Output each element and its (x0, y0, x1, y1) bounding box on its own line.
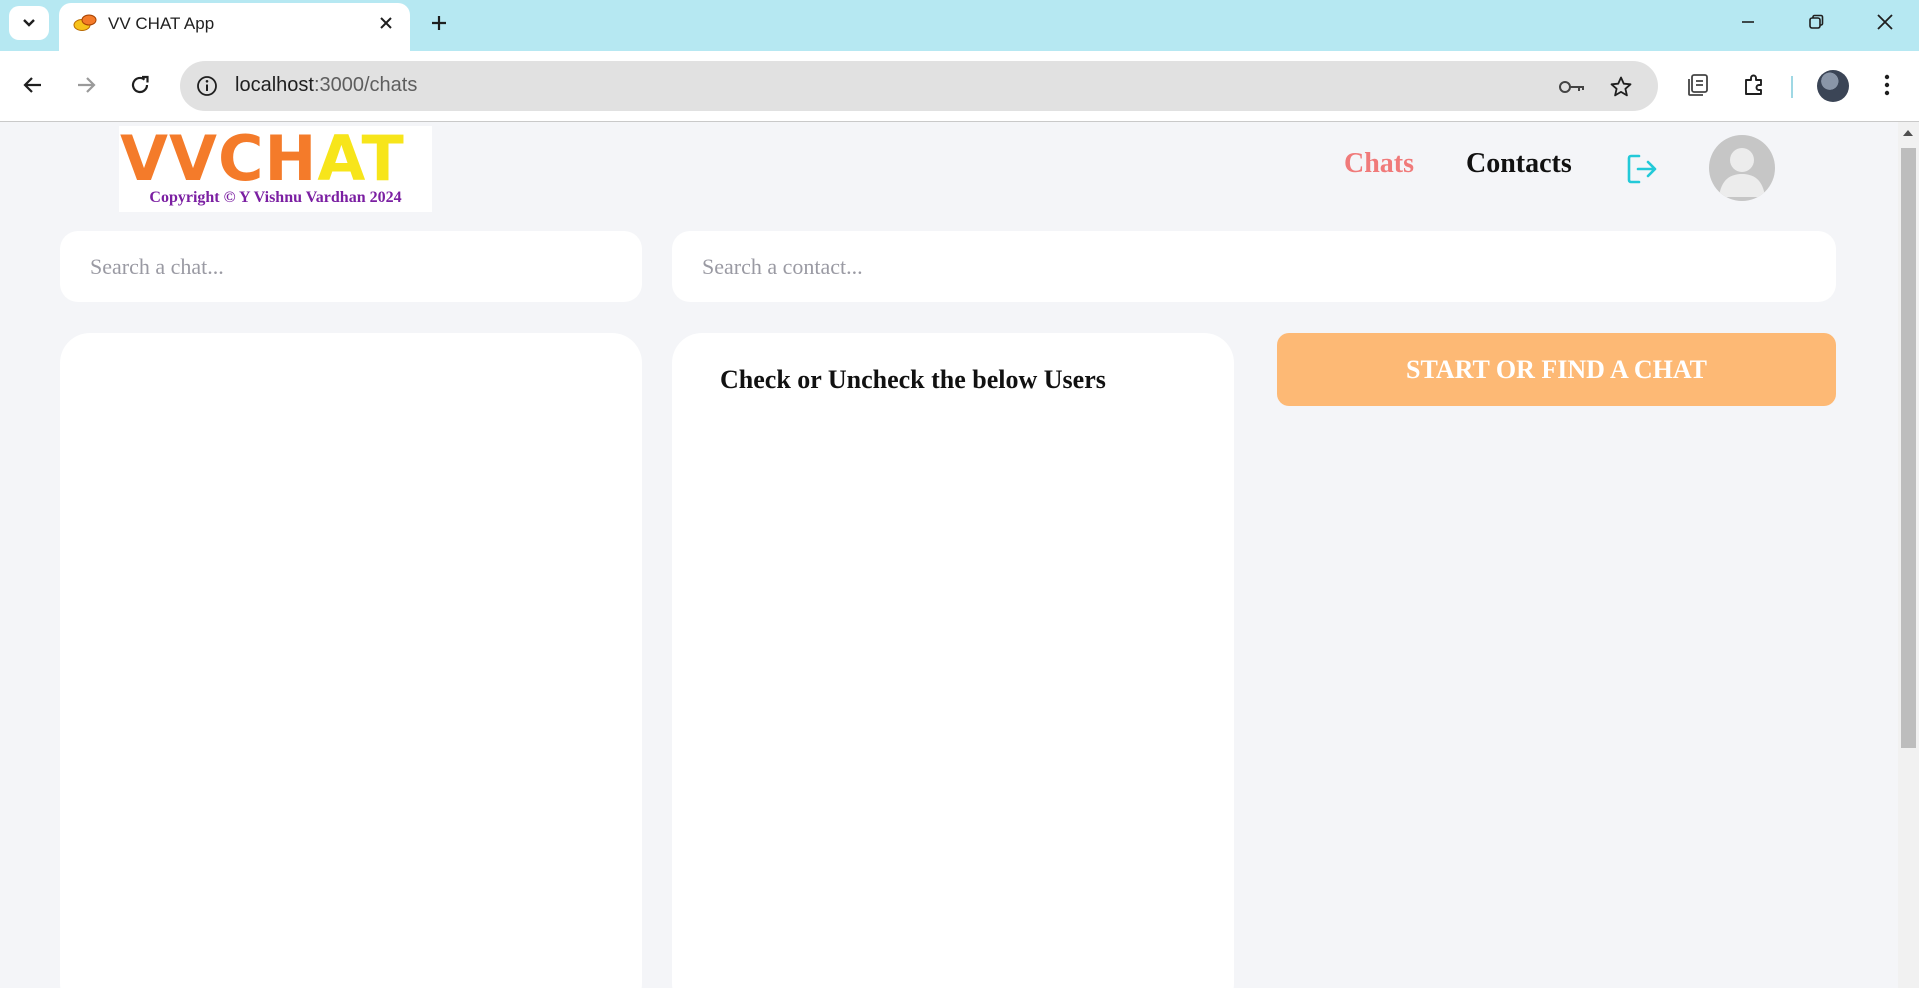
key-icon (1559, 81, 1584, 93)
reload-icon (131, 75, 149, 94)
scrollbar-thumb[interactable] (1901, 148, 1916, 748)
logo-letters-at: AT (317, 122, 405, 195)
restore-button[interactable] (1790, 4, 1842, 40)
close-window-button[interactable] (1859, 4, 1911, 40)
close-icon (1877, 14, 1893, 30)
puzzle-icon (1745, 74, 1762, 95)
reading-list-icon (1688, 74, 1708, 96)
logo-copyright: Copyright © Y Vishnu Vardhan 2024 (149, 189, 402, 206)
logout-icon[interactable] (1625, 152, 1659, 186)
url-host: localhost (235, 74, 314, 96)
arrow-right-icon (78, 77, 96, 93)
nav-chats-link[interactable]: Chats (1344, 148, 1414, 180)
logo-wordmark: VVCHAT (120, 126, 405, 192)
chat-list-panel (60, 333, 642, 988)
vvchat-logo[interactable]: VVCHAT Copyright © Y Vishnu Vardhan 2024 (119, 126, 432, 212)
start-or-find-chat-button[interactable]: START OR FIND A CHAT (1277, 333, 1836, 406)
reading-list-button[interactable] (1681, 68, 1715, 102)
tab-search-button[interactable] (9, 6, 49, 40)
scroll-up-arrow-icon[interactable] (1903, 130, 1913, 136)
url-path: :3000/chats (313, 74, 418, 96)
browser-menu-button[interactable] (1870, 68, 1904, 102)
arrow-left-icon (23, 77, 41, 93)
browser-tab-bar: VV CHAT App (0, 0, 1919, 51)
address-bar[interactable]: localhost:3000/chats (180, 61, 1658, 111)
tab-title: VV CHAT App (108, 14, 215, 33)
browser-tab[interactable]: VV CHAT App (59, 3, 410, 51)
forward-button[interactable] (68, 67, 104, 103)
minimize-icon (1742, 21, 1754, 23)
close-icon (380, 17, 392, 29)
browser-toolbar: localhost:3000/chats (0, 51, 1919, 122)
browser-profile-avatar[interactable] (1817, 70, 1849, 102)
info-icon (197, 76, 217, 96)
logo-letters-vv: VV (120, 122, 218, 195)
user-avatar[interactable] (1709, 135, 1775, 201)
extensions-button[interactable] (1737, 68, 1771, 102)
users-panel-title: Check or Uncheck the below Users (720, 365, 1106, 394)
reload-button[interactable] (122, 67, 158, 103)
chevron-down-icon (23, 19, 35, 27)
minimize-button[interactable] (1722, 4, 1774, 40)
page-scrollbar[interactable] (1898, 122, 1919, 988)
plus-icon (432, 16, 446, 30)
chat-bubbles-icon (73, 14, 97, 31)
user-silhouette-icon (1719, 148, 1765, 197)
password-key-button[interactable] (1558, 73, 1586, 101)
restore-icon (1809, 14, 1824, 29)
bookmark-button[interactable] (1607, 73, 1635, 101)
tab-close-button[interactable] (374, 11, 398, 35)
star-icon (1610, 76, 1632, 97)
logo-letters-ch: CH (217, 122, 318, 195)
toolbar-separator (1791, 76, 1793, 98)
nav-contacts-link[interactable]: Contacts (1466, 148, 1572, 180)
new-tab-button[interactable] (424, 8, 454, 38)
back-button[interactable] (15, 67, 51, 103)
search-chat-input[interactable] (60, 231, 642, 302)
url-text: localhost:3000/chats (235, 74, 417, 97)
search-contact-input[interactable] (672, 231, 1836, 302)
users-select-panel: Check or Uncheck the below Users (672, 333, 1234, 988)
chat-app-page: VVCHAT Copyright © Y Vishnu Vardhan 2024… (0, 122, 1898, 988)
more-vertical-icon (1884, 74, 1890, 96)
